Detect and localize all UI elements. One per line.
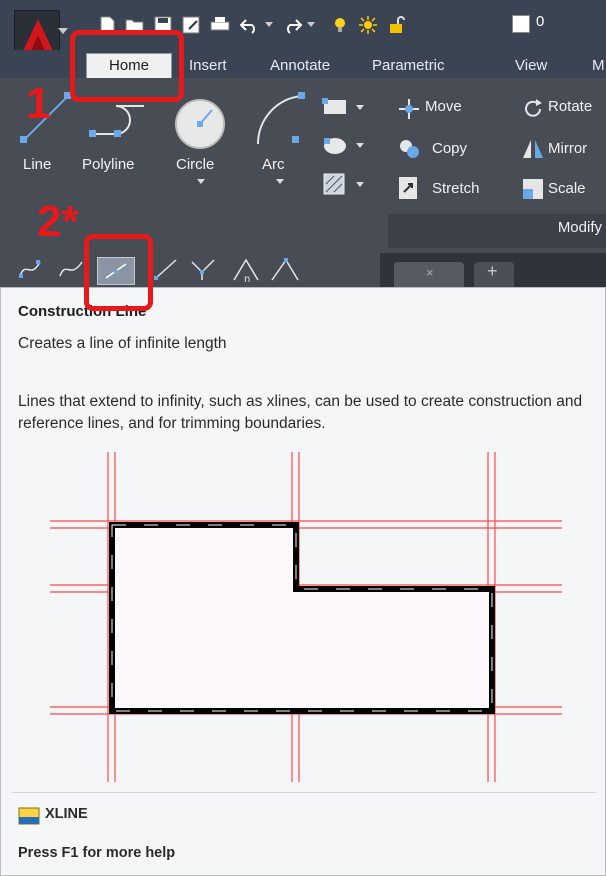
spline-fit-icon[interactable]	[18, 258, 42, 280]
layer-name[interactable]: 0	[536, 13, 544, 30]
annotation-box-home-tab	[70, 30, 184, 102]
command-icon	[18, 807, 40, 825]
tab-more[interactable]: M	[592, 54, 605, 78]
layer-color-swatch[interactable]	[512, 15, 530, 33]
undo-icon[interactable]	[240, 16, 260, 34]
move-label[interactable]: Move	[425, 98, 462, 115]
arc-tool-label[interactable]: Arc	[262, 156, 285, 173]
close-tab-icon[interactable]: ×	[426, 265, 434, 280]
mirror-label[interactable]: Mirror	[548, 140, 587, 157]
tab-annotate[interactable]: Annotate	[270, 54, 330, 78]
rotate-icon[interactable]	[522, 98, 544, 120]
line-tool-label[interactable]: Line	[23, 156, 51, 173]
print-icon[interactable]	[210, 16, 230, 34]
rectangle-tool-icon[interactable]	[322, 96, 366, 118]
annotation-box-construction-line	[84, 234, 153, 311]
tooltip-body: Lines that extend to infinity, such as x…	[18, 393, 583, 432]
construction-line-illustration	[50, 452, 562, 782]
tooltip-description: Creates a line of infinite length	[18, 335, 227, 352]
ray-icon[interactable]	[152, 258, 180, 282]
chevron-down-icon[interactable]	[58, 28, 68, 36]
lock-icon[interactable]	[387, 16, 407, 34]
polyline-tool-label[interactable]: Polyline	[82, 156, 135, 173]
tab-parametric[interactable]: Parametric	[372, 54, 445, 78]
scale-icon[interactable]	[522, 178, 544, 200]
mirror-icon[interactable]	[522, 138, 544, 160]
polyline-tool-icon[interactable]	[86, 96, 152, 146]
sun-icon[interactable]	[358, 16, 378, 34]
move-icon[interactable]	[398, 98, 420, 120]
circle-tool-label[interactable]: Circle	[176, 156, 214, 173]
annotation-step-1: 1	[26, 79, 51, 128]
stretch-icon[interactable]	[398, 176, 422, 200]
copy-label[interactable]: Copy	[432, 140, 467, 157]
autocad-logo-icon	[23, 19, 53, 51]
scale-label[interactable]: Scale	[548, 180, 586, 197]
gradient-tool-icon[interactable]	[322, 172, 366, 196]
divide-icon[interactable]: n	[232, 256, 260, 284]
tab-view[interactable]: View	[515, 54, 547, 78]
plus-icon[interactable]: +	[487, 261, 498, 282]
arc-tool-icon[interactable]	[252, 90, 308, 150]
circle-tool-icon[interactable]	[172, 96, 228, 152]
redo-icon[interactable]	[282, 16, 302, 34]
modify-panel-title[interactable]: Modify	[558, 219, 602, 236]
svg-text:n: n	[244, 274, 250, 284]
tooltip-divider	[12, 792, 596, 793]
hatch-tool-icon[interactable]	[322, 134, 366, 156]
stretch-label[interactable]: Stretch	[432, 180, 480, 197]
tooltip-command-name: XLINE	[45, 806, 88, 822]
multiple-points-icon[interactable]	[188, 258, 216, 282]
rotate-label[interactable]: Rotate	[548, 98, 592, 115]
measure-icon[interactable]	[270, 256, 300, 284]
tab-insert[interactable]: Insert	[189, 54, 227, 78]
annotation-step-2: 2*	[37, 197, 79, 246]
tooltip-help-hint: Press F1 for more help	[18, 845, 176, 861]
spline-cv-icon[interactable]	[58, 258, 84, 280]
lightbulb-icon[interactable]	[330, 16, 350, 34]
copy-icon[interactable]	[398, 138, 422, 160]
saveas-icon[interactable]	[181, 16, 201, 34]
